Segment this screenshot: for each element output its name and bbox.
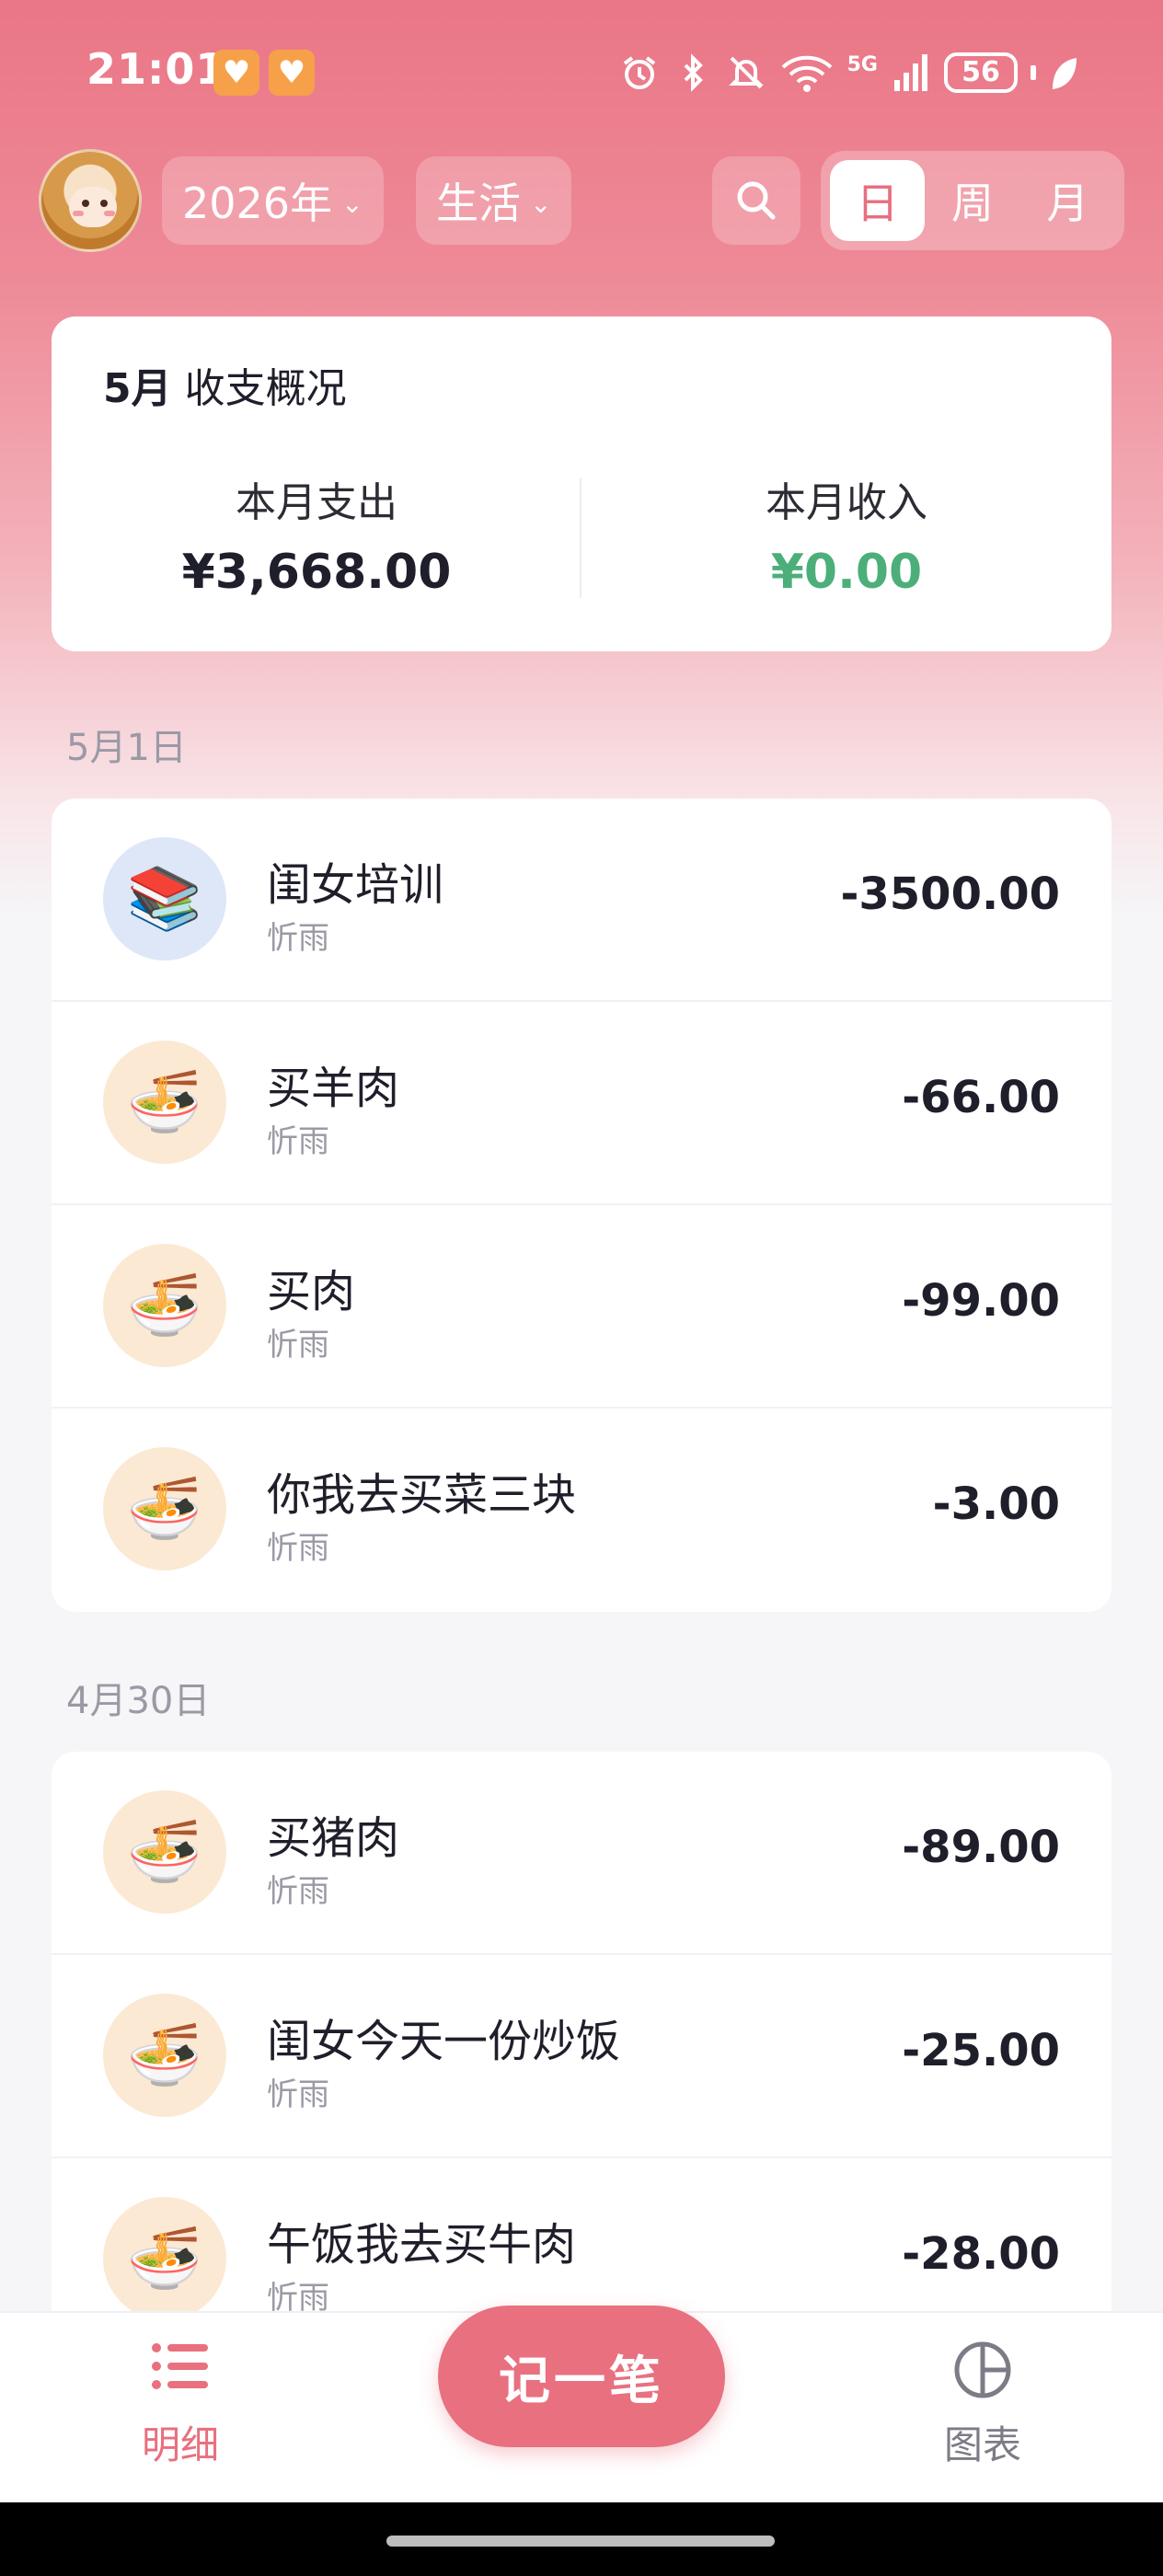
add-record-button[interactable]: 记一笔 — [438, 2306, 725, 2447]
avatar-blush — [104, 211, 115, 216]
transaction-user: 忻雨 — [267, 1327, 329, 1363]
transaction-row[interactable]: 🍜 闺女今天一份炒饭 忻雨 -25.00 — [52, 1955, 1111, 2158]
status-bar: 21:01 ♥ ♥ 5G 56 — [0, 0, 1163, 147]
noodles-icon: 🍜 — [103, 1447, 226, 1570]
transaction-title: 买肉 — [267, 1266, 356, 1317]
books-icon: 📚 — [103, 837, 226, 960]
avatar-eye — [100, 200, 108, 207]
bluetooth-icon — [684, 53, 703, 92]
alarm-icon — [623, 56, 655, 89]
network-type: 5G — [846, 52, 878, 76]
income-value: ¥0.00 — [770, 545, 923, 600]
transaction-user: 忻雨 — [267, 1873, 329, 1910]
heart-app-icon: ♥ — [213, 50, 259, 96]
noodles-icon: 🍜 — [103, 1994, 226, 2117]
transaction-amount: -89.00 — [902, 1822, 1060, 1873]
book-label: 生活 — [436, 178, 521, 228]
nav-chart-label: 图表 — [943, 2422, 1021, 2467]
status-icons: 5G 56 — [619, 48, 1078, 98]
avatar[interactable] — [39, 149, 142, 252]
top-bar: 2026年 ⌄ 生活 ⌄ 日 周 月 — [0, 147, 1163, 258]
pie-chart-icon — [954, 2341, 1011, 2398]
transaction-amount: -3500.00 — [840, 868, 1060, 920]
search-icon — [737, 181, 776, 220]
status-time: 21:01 — [86, 44, 226, 94]
expense-value: ¥3,668.00 — [181, 545, 452, 600]
transaction-amount: -99.00 — [902, 1275, 1060, 1327]
transaction-row[interactable]: 🍜 买猪肉 忻雨 -89.00 — [52, 1752, 1111, 1955]
wifi-icon — [781, 55, 832, 92]
transaction-user: 忻雨 — [267, 920, 329, 957]
expense-label: 本月支出 — [236, 479, 397, 526]
transaction-row[interactable]: 🍜 你我去买菜三块 忻雨 -3.00 — [52, 1409, 1111, 1612]
date-header: 4月30日 — [66, 1680, 211, 1722]
year-dropdown[interactable]: 2026年 ⌄ — [162, 156, 384, 245]
transaction-title: 买羊肉 — [267, 1063, 400, 1114]
transaction-user: 忻雨 — [267, 2280, 329, 2311]
search-button[interactable] — [712, 156, 800, 245]
tab-month[interactable]: 月 — [1020, 160, 1115, 241]
transaction-title: 买猪肉 — [267, 1812, 400, 1864]
transaction-row[interactable]: 📚 闺女培训 忻雨 -3500.00 — [52, 799, 1111, 1002]
transaction-title: 闺女今天一份炒饭 — [267, 2016, 621, 2067]
transaction-row[interactable]: 🍜 午饭我去买牛肉 忻雨 -28.00 — [52, 2158, 1111, 2311]
noodles-icon: 🍜 — [103, 1244, 226, 1367]
date-header: 5月1日 — [66, 727, 187, 769]
nav-detail-label: 明细 — [141, 2422, 219, 2467]
chevron-down-icon: ⌄ — [341, 188, 363, 219]
noodles-icon: 🍜 — [103, 1790, 226, 1914]
summary-month: 5月 — [103, 365, 172, 412]
signal-icon — [894, 54, 927, 91]
chevron-down-icon: ⌄ — [530, 188, 552, 219]
transaction-amount: -28.00 — [902, 2228, 1060, 2280]
transaction-row[interactable]: 🍜 买羊肉 忻雨 -66.00 — [52, 1002, 1111, 1205]
transaction-title: 午饭我去买牛肉 — [267, 2219, 577, 2271]
tab-week[interactable]: 周 — [925, 160, 1019, 241]
transaction-amount: -25.00 — [902, 2025, 1060, 2076]
nav-chart[interactable]: 图表 — [891, 2340, 1075, 2470]
avatar-face — [69, 187, 117, 227]
home-indicator[interactable] — [386, 2536, 775, 2547]
income-summary: 本月收入 ¥0.00 — [582, 469, 1111, 600]
book-dropdown[interactable]: 生活 ⌄ — [416, 156, 572, 245]
transaction-row[interactable]: 🍜 买肉 忻雨 -99.00 — [52, 1205, 1111, 1409]
avatar-eye — [82, 200, 89, 207]
transaction-user: 忻雨 — [267, 2076, 329, 2113]
view-segmented-control: 日 周 月 — [821, 151, 1124, 250]
summary-title: 5月 收支概况 — [103, 355, 347, 414]
income-label: 本月收入 — [766, 479, 927, 526]
transaction-user: 忻雨 — [267, 1530, 329, 1567]
leaf-icon — [1053, 58, 1077, 89]
day-group: 📚 闺女培训 忻雨 -3500.00 🍜 买羊肉 忻雨 -66.00 🍜 买肉 … — [52, 799, 1111, 1612]
mute-icon — [728, 56, 764, 89]
battery-icon: 56 — [944, 52, 1018, 93]
day-group: 🍜 买猪肉 忻雨 -89.00 🍜 闺女今天一份炒饭 忻雨 -25.00 🍜 午… — [52, 1752, 1111, 2311]
battery-nub — [1031, 65, 1036, 80]
avatar-blush — [73, 211, 84, 216]
expense-summary: 本月支出 ¥3,668.00 — [52, 469, 582, 600]
summary-card: 5月 收支概况 本月支出 ¥3,668.00 本月收入 ¥0.00 — [52, 316, 1111, 651]
noodles-icon: 🍜 — [103, 2197, 226, 2311]
transaction-title: 闺女培训 — [267, 859, 444, 911]
year-label: 2026年 — [182, 178, 333, 228]
noodles-icon: 🍜 — [103, 1041, 226, 1164]
tab-day[interactable]: 日 — [830, 160, 926, 241]
transaction-title: 你我去买菜三块 — [267, 1469, 577, 1521]
nav-detail[interactable]: 明细 — [88, 2340, 272, 2470]
transaction-amount: -66.00 — [902, 1072, 1060, 1123]
transaction-amount: -3.00 — [932, 1478, 1060, 1530]
transaction-user: 忻雨 — [267, 1123, 329, 1160]
summary-title-text: 收支概况 — [184, 365, 347, 412]
heart-app-icon: ♥ — [269, 50, 315, 96]
list-icon — [152, 2343, 208, 2389]
